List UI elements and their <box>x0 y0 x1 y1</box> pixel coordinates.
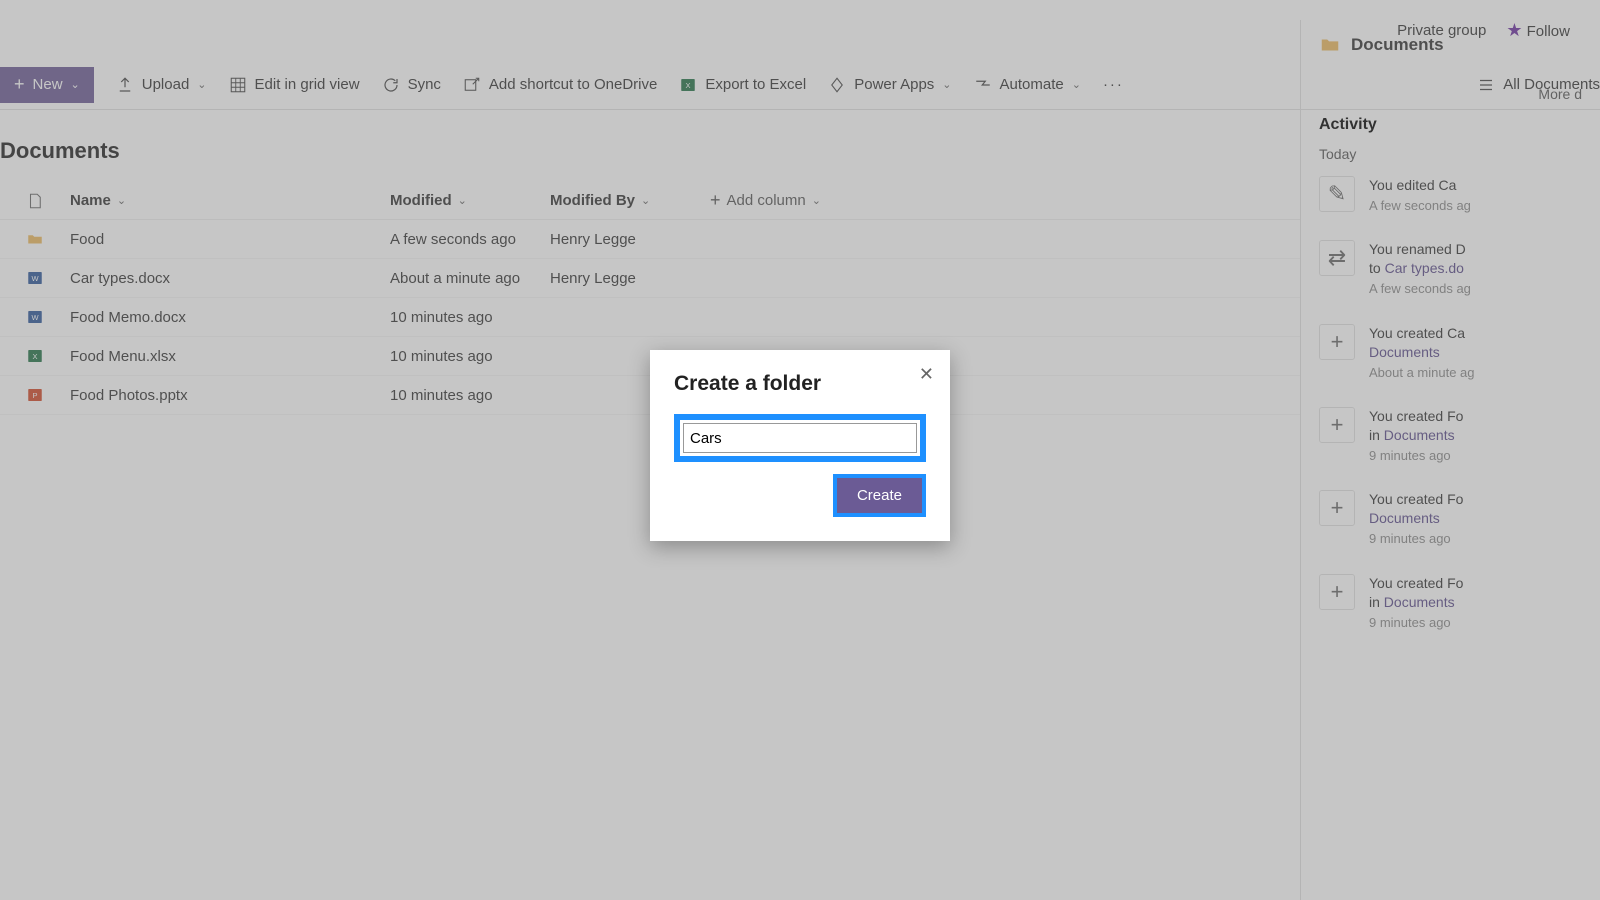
close-icon[interactable]: ✕ <box>919 364 934 385</box>
modal-overlay: Create a folder ✕ Create <box>0 0 1600 900</box>
create-button[interactable]: Create <box>837 478 922 513</box>
create-folder-dialog: Create a folder ✕ Create <box>650 350 950 541</box>
dialog-title: Create a folder <box>674 372 926 396</box>
folder-name-input[interactable] <box>683 423 917 453</box>
